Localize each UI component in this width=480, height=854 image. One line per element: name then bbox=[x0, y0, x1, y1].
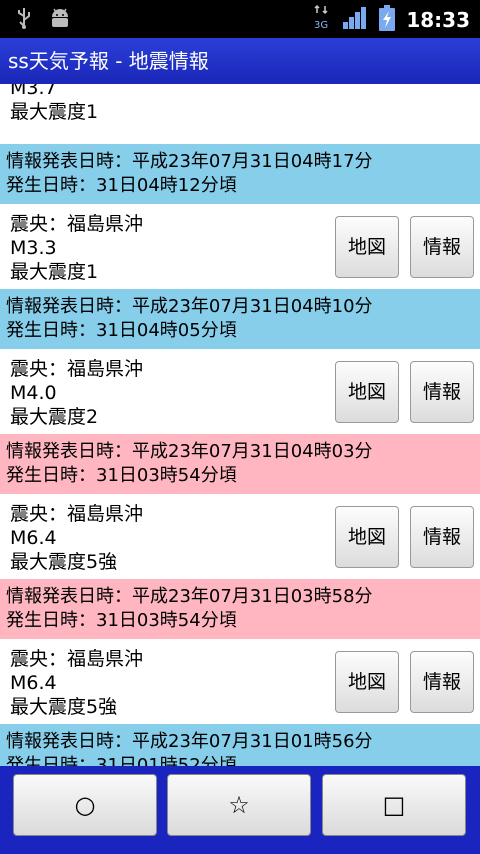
occurrence-time: 発生日時：31日01時52分頃 bbox=[6, 755, 237, 766]
occurrence-time: 発生日時：31日03時54分頃 bbox=[6, 465, 237, 486]
star-button[interactable]: ☆ bbox=[167, 774, 311, 836]
occurrence-time: 発生日時：31日04時12分頃 bbox=[6, 175, 237, 196]
map-button[interactable]: 地図 bbox=[335, 651, 399, 713]
announce-time: 情報発表日時：平成23年07月31日04時03分 bbox=[6, 441, 373, 462]
info-button[interactable]: 情報 bbox=[410, 216, 474, 278]
clock: 18:33 bbox=[406, 8, 470, 32]
app-title-bar: ss天気予報 - 地震情報 bbox=[0, 38, 480, 84]
app-title: ss天気予報 - 地震情報 bbox=[8, 49, 209, 73]
signal-strength-icon bbox=[342, 6, 368, 34]
circle-button[interactable]: ○ bbox=[13, 774, 157, 836]
square-button[interactable]: □ bbox=[322, 774, 466, 836]
quake-item: 震央：福島県沖 M4.0 最大震度2 地図 情報 bbox=[0, 349, 480, 434]
info-button[interactable]: 情報 bbox=[410, 651, 474, 713]
svg-text:3G: 3G bbox=[314, 20, 328, 31]
info-header: 情報発表日時：平成23年07月31日03時58分 発生日時：31日03時54分頃 bbox=[0, 579, 480, 639]
quake-item: 震央：福島県沖 M6.4 最大震度5強 地図 情報 bbox=[0, 494, 480, 579]
quake-item: 震央：福島県沖 M6.4 最大震度5強 地図 情報 bbox=[0, 639, 480, 724]
announce-time: 情報発表日時：平成23年07月31日03時58分 bbox=[6, 586, 373, 607]
quake-list[interactable]: M3.7 最大震度1 地図 情報 情報発表日時：平成23年07月31日04時17… bbox=[0, 84, 480, 766]
battery-charging-icon bbox=[378, 4, 396, 36]
info-header: 情報発表日時：平成23年07月31日04時10分 発生日時：31日04時05分頃 bbox=[0, 289, 480, 349]
status-bar: 3G 18:33 bbox=[0, 0, 480, 38]
occurrence-time: 発生日時：31日03時54分頃 bbox=[6, 610, 237, 631]
occurrence-time: 発生日時：31日04時05分頃 bbox=[6, 320, 237, 341]
quake-magnitude: M3.7 bbox=[10, 84, 57, 99]
3g-data-icon: 3G bbox=[312, 4, 332, 36]
announce-time: 情報発表日時：平成23年07月31日04時17分 bbox=[6, 151, 373, 172]
announce-time: 情報発表日時：平成23年07月31日04時10分 bbox=[6, 296, 373, 317]
map-button[interactable]: 地図 bbox=[335, 361, 399, 423]
info-header: 情報発表日時：平成23年07月31日01時56分 発生日時：31日01時52分頃 bbox=[0, 724, 480, 766]
map-button[interactable]: 地図 bbox=[335, 506, 399, 568]
info-button[interactable]: 情報 bbox=[410, 361, 474, 423]
info-header: 情報発表日時：平成23年07月31日04時17分 発生日時：31日04時12分頃 bbox=[0, 144, 480, 204]
map-button[interactable]: 地図 bbox=[335, 216, 399, 278]
bottom-nav-bar: ○ ☆ □ bbox=[0, 766, 480, 854]
info-header: 情報発表日時：平成23年07月31日04時03分 発生日時：31日03時54分頃 bbox=[0, 434, 480, 494]
info-button[interactable]: 情報 bbox=[410, 506, 474, 568]
announce-time: 情報発表日時：平成23年07月31日01時56分 bbox=[6, 731, 373, 752]
quake-intensity: 最大震度1 bbox=[10, 101, 99, 123]
usb-icon bbox=[14, 6, 34, 34]
quake-item-partial: M3.7 最大震度1 地図 情報 bbox=[0, 84, 480, 144]
android-debug-icon bbox=[48, 7, 72, 33]
quake-item: 震央：福島県沖 M3.3 最大震度1 地図 情報 bbox=[0, 204, 480, 289]
